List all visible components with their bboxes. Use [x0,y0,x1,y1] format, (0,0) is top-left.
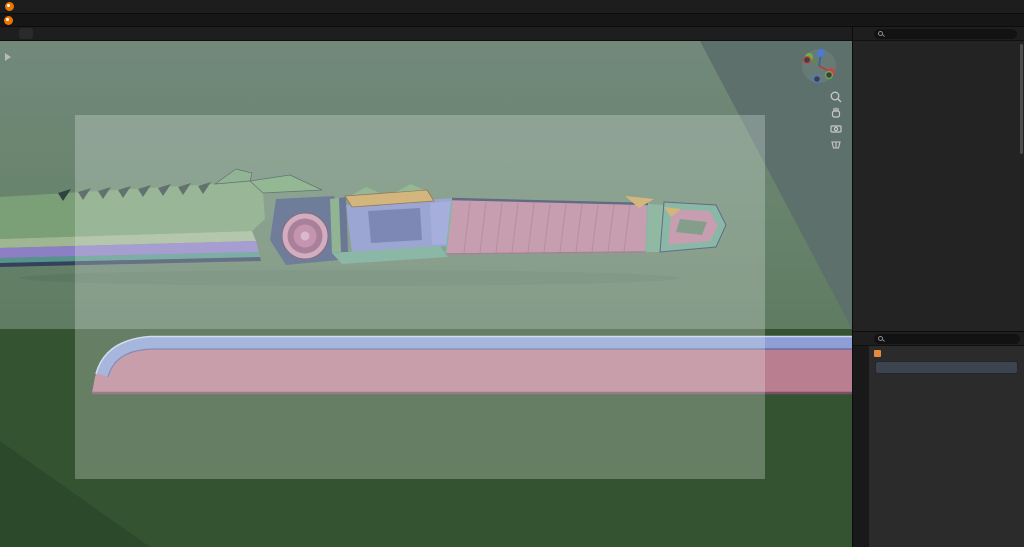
viewport-header [0,27,852,41]
properties-search-field[interactable] [874,333,1020,344]
object-icon [874,350,881,357]
viewport-3d[interactable] [0,27,852,547]
mode-selector[interactable] [19,28,33,39]
sidebar [852,27,1024,547]
outliner [853,41,1024,331]
titlebar [0,0,1024,14]
navigation-gizmo[interactable] [802,49,836,84]
search-icon [878,336,883,341]
blender-logo-icon [5,2,14,11]
outliner-scrollbar[interactable] [1020,44,1023,154]
modifier-panel [869,346,1024,547]
outliner-search-field[interactable] [874,28,1017,39]
viewport-canvas[interactable] [0,41,852,547]
menubar [0,14,1024,27]
active-object-row [869,348,1024,359]
outliner-header [853,27,1024,41]
properties-header [853,332,1024,346]
blender-menu-icon[interactable] [4,15,13,25]
search-icon [878,31,883,36]
properties-editor [853,331,1024,547]
add-modifier-button[interactable] [875,361,1018,374]
backdrop-plane[interactable] [75,115,765,479]
blender-window [0,0,1024,547]
properties-tab-strip [853,346,869,547]
